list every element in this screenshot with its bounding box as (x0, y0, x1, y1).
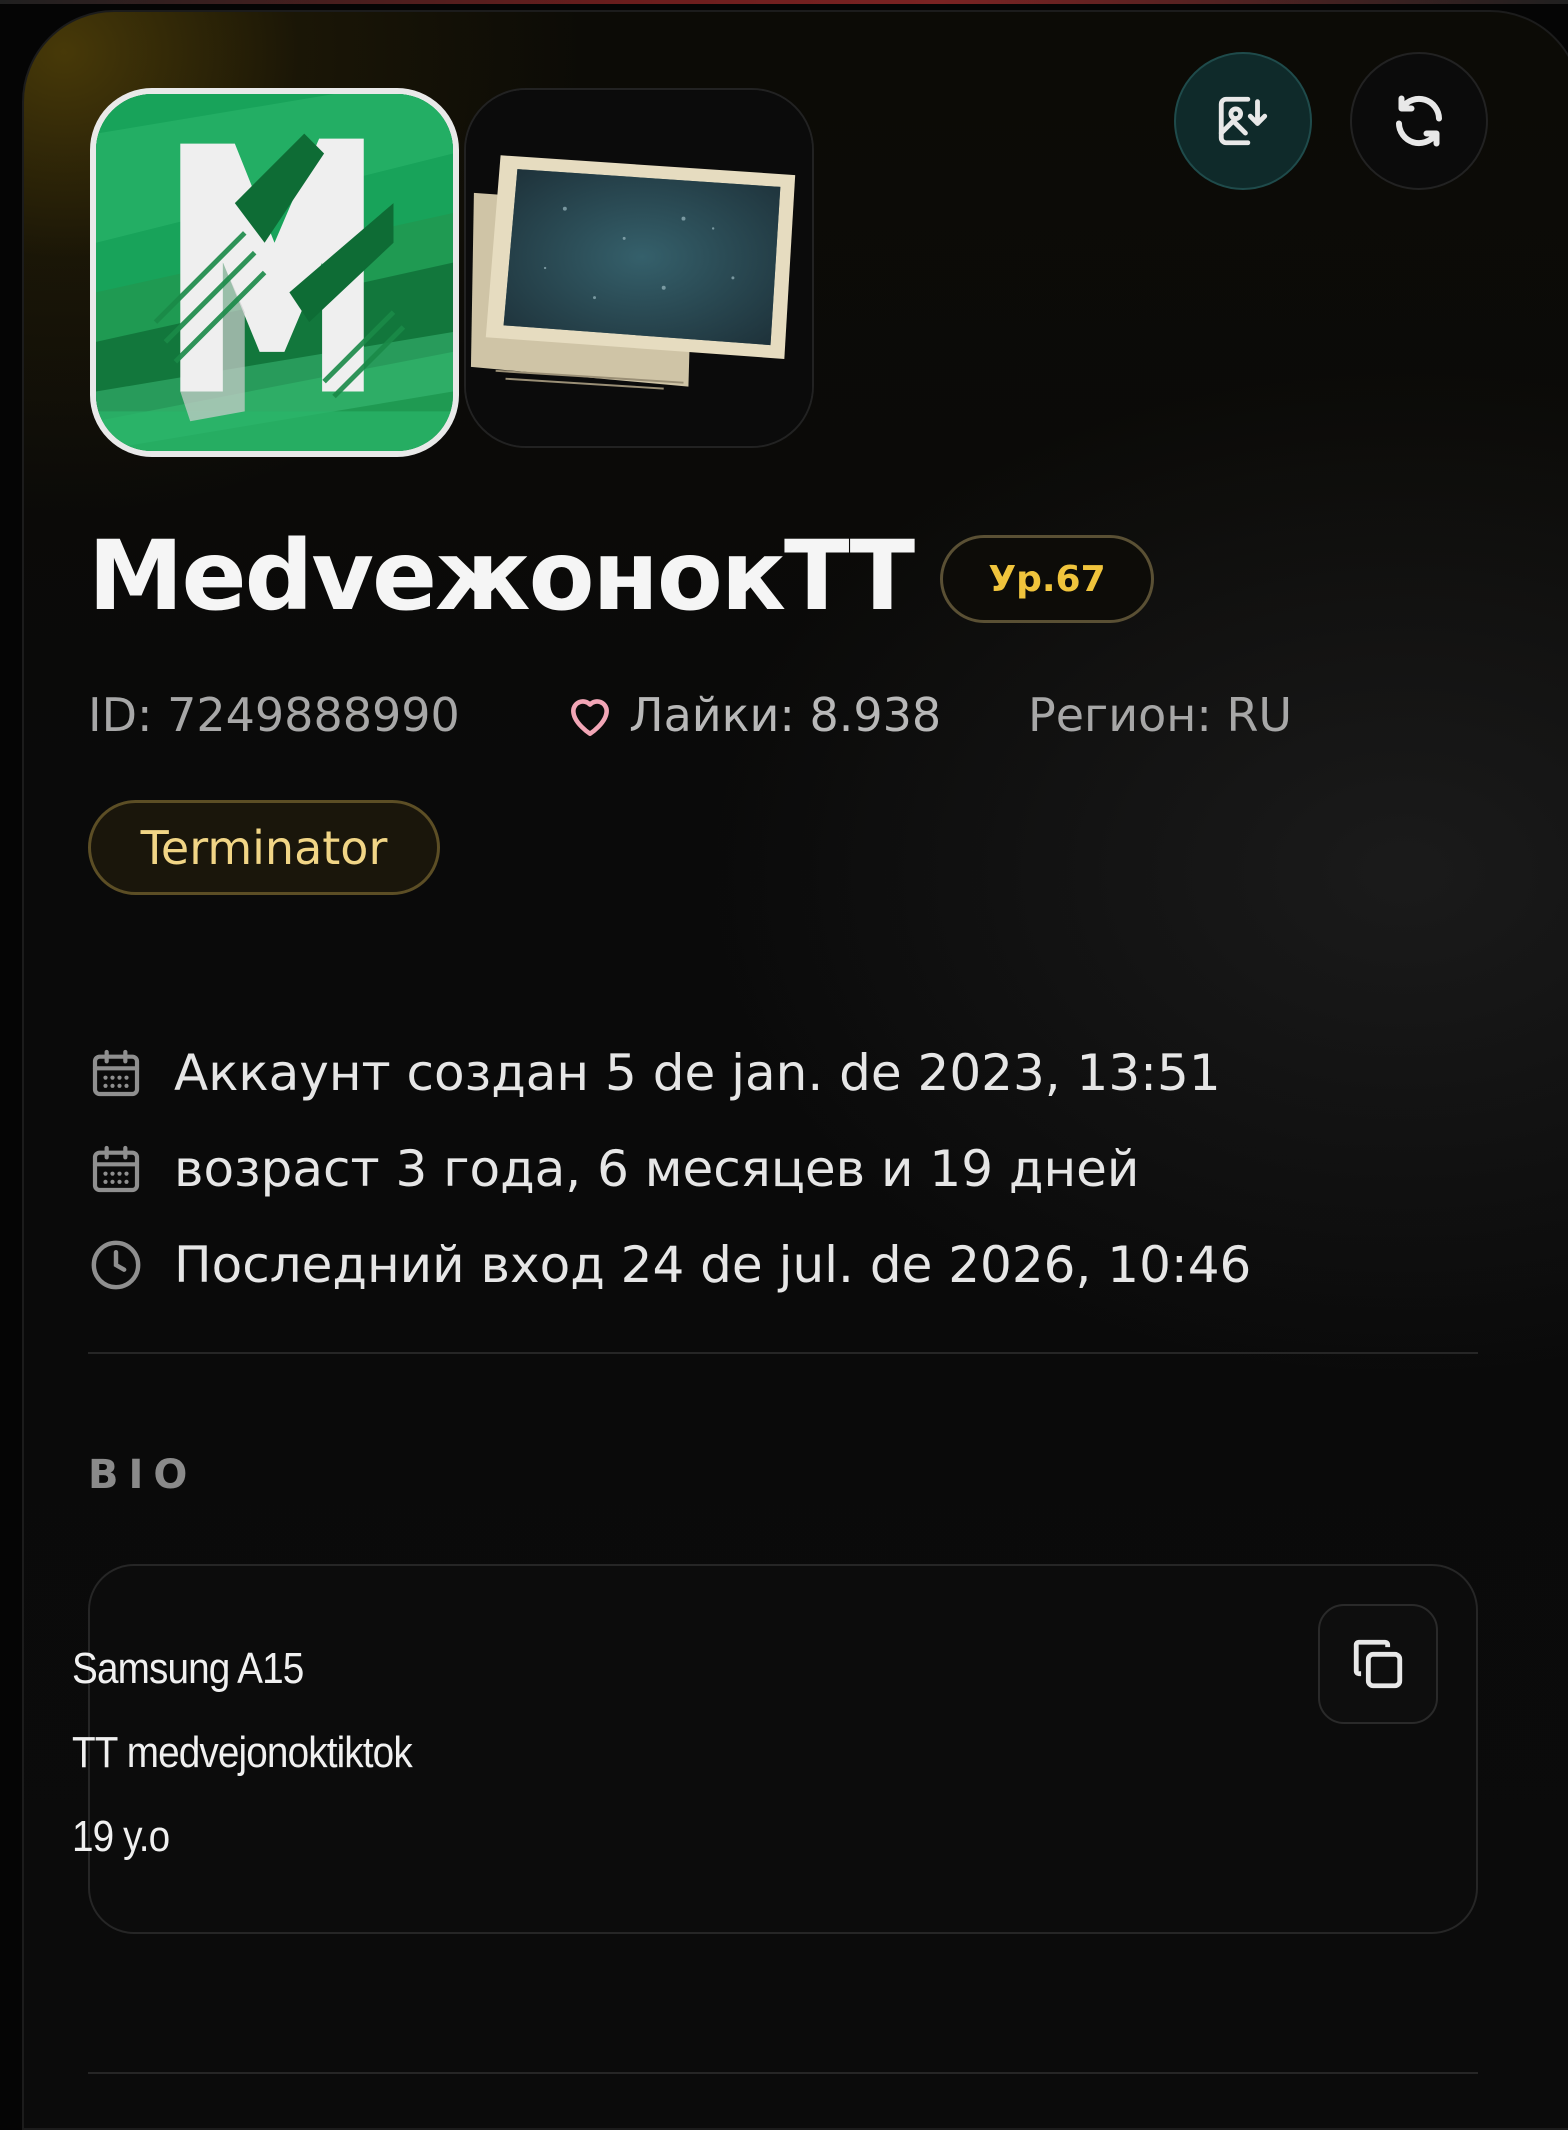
account-age-text: возраст 3 года, 6 месяцев и 19 дней (174, 1140, 1140, 1198)
username: MedvежонокTT (88, 520, 915, 632)
account-created-text: Аккаунт создан 5 de jan. de 2023, 13:51 (174, 1044, 1221, 1102)
user-id: ID: 7249888990 (88, 688, 460, 742)
bio-line: TT medvejonoktiktok (72, 1728, 413, 1777)
account-age-row: возраст 3 года, 6 месяцев и 19 дней (88, 1134, 1139, 1204)
top-accent-line (0, 0, 1568, 4)
bio-line: 19 y.o (72, 1812, 170, 1861)
section-divider (88, 1352, 1478, 1354)
likes-count: Лайки: 8.938 (565, 680, 941, 750)
avatar[interactable] (90, 88, 459, 457)
calendar-icon (92, 1049, 140, 1097)
region: Регион: RU (1028, 688, 1293, 742)
bio-label: BIO (88, 1452, 198, 1498)
bio-line: Samsung A15 (72, 1644, 304, 1693)
level-badge: Ур.67 (940, 535, 1154, 623)
section-divider (88, 2072, 1478, 2074)
copy-bio-button[interactable] (1318, 1604, 1438, 1724)
title-tag: Terminator (88, 800, 440, 895)
clock-icon (91, 1240, 141, 1290)
last-login-row: Последний вход 24 de jul. de 2026, 10:46 (88, 1230, 1251, 1300)
heart-icon (571, 699, 609, 737)
download-image-button[interactable] (1174, 52, 1312, 190)
refresh-button[interactable] (1350, 52, 1488, 190)
likes-text: Лайки: 8.938 (629, 688, 942, 742)
refresh-icon (1396, 95, 1442, 147)
account-created-row: Аккаунт создан 5 de jan. de 2023, 13:51 (88, 1038, 1221, 1108)
image-download-icon (1218, 96, 1268, 146)
calendar-icon (92, 1145, 140, 1193)
copy-icon (1353, 1639, 1403, 1689)
profile-frame-thumbnail[interactable] (464, 88, 814, 448)
last-login-text: Последний вход 24 de jul. de 2026, 10:46 (174, 1236, 1252, 1294)
